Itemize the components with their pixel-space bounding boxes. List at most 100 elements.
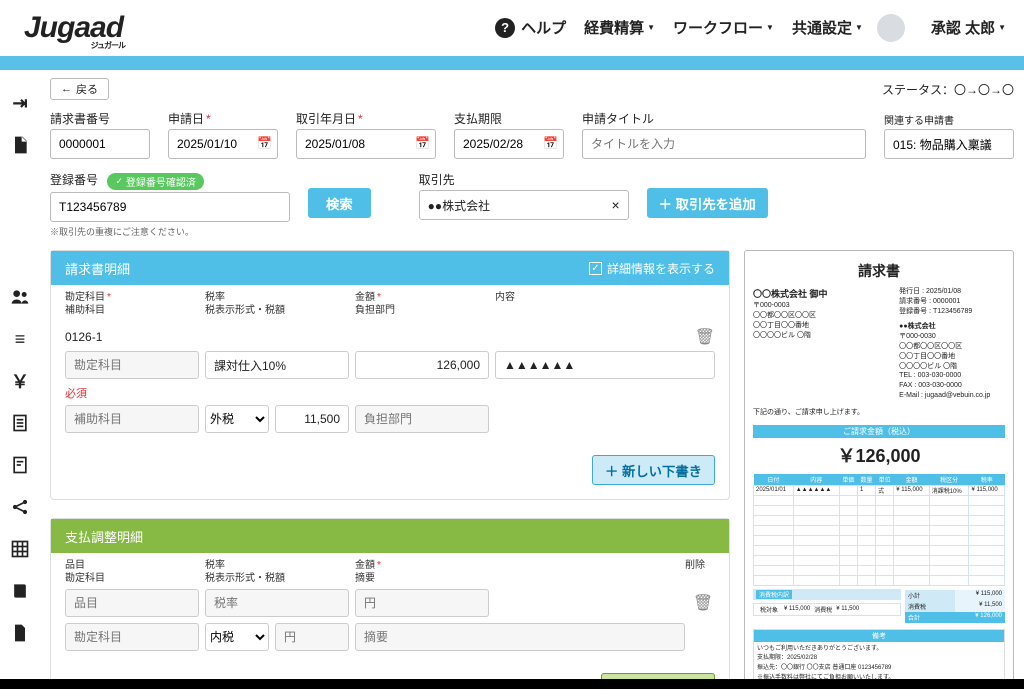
required-text: 必須 [51, 385, 729, 405]
adj-summary-input[interactable] [355, 623, 685, 651]
rail-file-icon[interactable] [9, 622, 31, 644]
rail-share-icon[interactable] [9, 496, 31, 518]
delete-row-icon[interactable]: 🗑 [695, 327, 715, 347]
rail-grid-icon[interactable] [9, 538, 31, 560]
adj-account-input[interactable] [65, 623, 199, 651]
left-rail: ⇥ ≡ ￥ [0, 70, 40, 679]
dept-input[interactable] [355, 405, 489, 433]
pv-from-addr: 〇〇都〇〇区〇〇区 [899, 342, 1005, 352]
account-input[interactable] [65, 351, 199, 379]
apply-date-input[interactable] [168, 129, 278, 159]
due-date-input[interactable] [454, 129, 564, 159]
nav-expense[interactable]: 経費精算 [584, 17, 655, 38]
pv-title: 請求書 [753, 261, 1005, 281]
brand-logo: Jugaad ジュガール [24, 11, 123, 45]
add-draft-button[interactable]: ＋ 新しい下書き [592, 455, 715, 485]
reg-no-label: 登録番号 登録番号確認済 [50, 171, 290, 190]
pv-to: 〇〇株式会社 御中 [753, 287, 892, 300]
pv-from-addr: 〒000-0030 [899, 332, 1005, 342]
amount-input[interactable] [355, 351, 489, 379]
adj-delete-icon[interactable]: 🗑 [691, 593, 715, 613]
reg-confirmed-badge: 登録番号確認済 [107, 173, 204, 190]
pv-from-addr: 〇〇〇〇ビル 〇階 [899, 362, 1005, 372]
adj-amount-input[interactable] [355, 589, 489, 617]
title-input[interactable] [582, 129, 866, 159]
rail-yen-icon[interactable]: ￥ [9, 370, 31, 392]
rail-report-icon[interactable] [9, 454, 31, 476]
nav-user[interactable]: 承認 太郎 [931, 17, 1006, 38]
col2-tax: 税率 [205, 560, 225, 571]
col-sub: 補助科目 [65, 305, 105, 316]
content-input[interactable] [495, 351, 715, 379]
detail-panel-title: 請求書明細 [65, 259, 130, 278]
rail-page-icon[interactable] [9, 412, 31, 434]
pv-taxrow: 税対象¥ 115,000 消費税¥ 11,500 [753, 603, 901, 616]
adjust-panel: 支払調整明細 品目勘定科目 税率税表示形式・税額 金額摘要 削除 [50, 518, 730, 679]
top-navbar: Jugaad ジュガール ? ヘルプ 経費精算 ワークフロー 共通設定 承認 太… [0, 0, 1024, 56]
tax-rate-input[interactable] [205, 351, 349, 379]
tax-amount-input[interactable] [275, 405, 349, 433]
avatar[interactable] [877, 14, 905, 42]
pv-from-addr: 〇〇丁目〇〇番地 [899, 352, 1005, 362]
show-detail-toggle[interactable]: ✓詳細情報を表示する [589, 260, 715, 277]
related-input[interactable] [884, 129, 1014, 159]
pv-from-mail: E-Mail : jugaad@vebuin.co.jp [899, 391, 1005, 401]
adj-tax-mode-select[interactable]: 内税 [205, 623, 269, 651]
nav-help[interactable]: ? ヘルプ [495, 17, 566, 38]
invoice-no-input[interactable] [50, 129, 150, 159]
pv-meta: 発行日 : [899, 288, 924, 295]
main-area: 戻る ステータス：〇→〇→〇 請求書番号 申請日 📅 取引年月日 📅 [40, 70, 1024, 679]
subaccount-input[interactable] [65, 405, 199, 433]
col2-delete: 削除 [685, 560, 705, 571]
rail-collapse-icon[interactable]: ⇥ [9, 92, 31, 114]
pv-meta: T123456789 [933, 308, 972, 315]
due-date-label: 支払期限 [454, 110, 564, 127]
bottom-bar [0, 679, 1024, 689]
back-button[interactable]: 戻る [50, 78, 109, 100]
checkbox-icon: ✓ [589, 262, 602, 275]
rail-users-icon[interactable] [9, 286, 31, 308]
search-button[interactable]: 検索 [308, 188, 371, 218]
apply-date-label: 申請日 [168, 110, 278, 127]
nav-workflow[interactable]: ワークフロー [673, 17, 774, 38]
invoice-detail-panel: 請求書明細 ✓詳細情報を表示する 勘定科目補助科目 税率税表示形式・税額 金額負… [50, 250, 730, 500]
col-content: 内容 [495, 292, 515, 303]
col2-item: 品目 [65, 560, 85, 571]
col-dept: 負担部門 [355, 305, 395, 316]
col2-account: 勘定科目 [65, 573, 105, 584]
pv-from: ●●株式会社 [899, 322, 1005, 332]
help-icon: ? [495, 18, 515, 38]
rail-doc-icon[interactable] [9, 134, 31, 156]
trade-date-label: 取引年月日 [296, 110, 436, 127]
col2-taxmode: 税表示形式・税額 [205, 573, 285, 584]
reg-note: ※取引先の重複にご注意ください。 [50, 225, 290, 238]
supplier-input[interactable]: ●●株式会社 × [419, 190, 629, 220]
rail-list-icon[interactable]: ≡ [9, 328, 31, 350]
pv-meta: 請求番号 : [899, 298, 931, 305]
reg-no-input[interactable] [50, 192, 290, 222]
reg-no-label-text: 登録番号 [50, 173, 98, 187]
rail-book-icon[interactable] [9, 580, 31, 602]
supplier-label: 取引先 [419, 171, 629, 188]
col-taxmode: 税表示形式・税額 [205, 305, 285, 316]
adj-tax-amount-input[interactable] [275, 623, 349, 651]
pv-addr: 〇〇〇〇ビル 〇階 [753, 330, 892, 340]
clear-icon[interactable]: × [611, 197, 619, 213]
nav-shared[interactable]: 共通設定 [792, 17, 863, 38]
adj-tax-input[interactable] [205, 589, 349, 617]
invoice-preview: 請求書 〇〇株式会社 御中 〒000-0003 〇〇都〇〇区〇〇区 〇〇丁目〇〇… [744, 250, 1014, 679]
row-code: 0126-1 [65, 330, 102, 344]
col2-summary: 摘要 [355, 573, 375, 584]
pv-addr: 〇〇丁目〇〇番地 [753, 320, 892, 330]
adj-item-input[interactable] [65, 589, 199, 617]
related-label: 関連する申請書 [884, 112, 1014, 127]
tax-mode-select[interactable]: 外税 [205, 405, 269, 433]
accent-bar [0, 56, 1024, 70]
trade-date-input[interactable] [296, 129, 436, 159]
add-supplier-button[interactable]: ＋ 取引先を追加 [647, 188, 768, 218]
pv-lead: 下記の通り、ご請求申し上げます。 [753, 407, 1005, 417]
col-tax: 税率 [205, 292, 225, 303]
status-indicator: ステータス：〇→〇→〇 [882, 81, 1014, 98]
nav-user-label: 承認 太郎 [931, 17, 995, 38]
title-label: 申請タイトル [582, 110, 866, 127]
